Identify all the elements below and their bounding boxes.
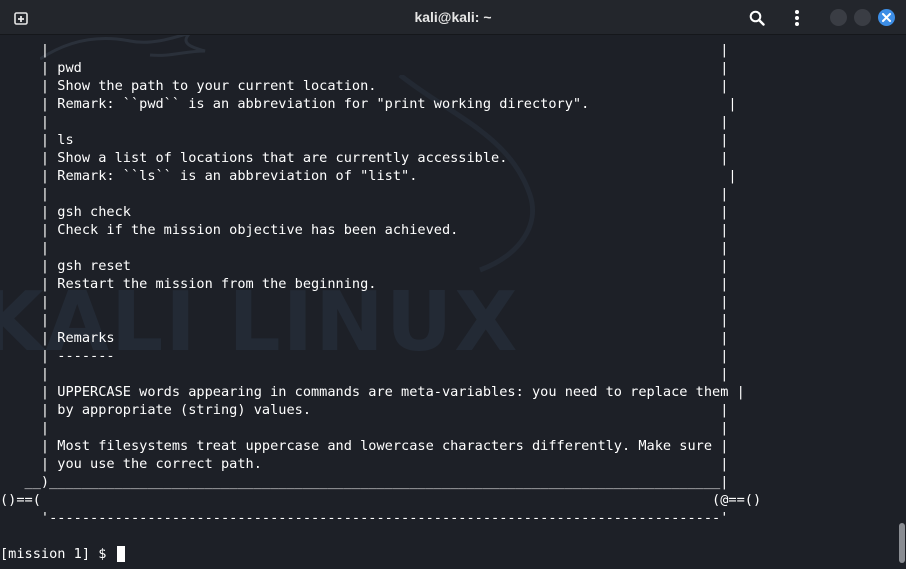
maximize-button[interactable] [854, 9, 871, 26]
text-cursor [116, 546, 125, 562]
terminal-output: | | | pwd | | Show the path to your curr… [0, 41, 761, 527]
terminal-line: | Remark: ``pwd`` is an abbreviation for… [0, 96, 737, 112]
terminal-line: | | [0, 186, 729, 202]
terminal-line: | you use the correct path. | [0, 456, 729, 472]
terminal-line: | Remark: ``ls`` is an abbreviation of "… [0, 168, 737, 184]
terminal-line: ()==( (@==() [0, 492, 762, 508]
menu-icon [795, 9, 799, 26]
terminal-line: | Restart the mission from the beginning… [0, 276, 729, 292]
terminal-line: | ls | [0, 132, 729, 148]
terminal-line: | | [0, 420, 729, 436]
scrollbar-thumb[interactable] [899, 523, 905, 563]
shell-prompt: [mission 1] $ [0, 546, 115, 562]
terminal-line: | UPPERCASE words appearing in commands … [0, 384, 745, 400]
terminal-line: '---------------------------------------… [0, 510, 729, 526]
prompt-line[interactable]: [mission 1] $ [0, 545, 125, 563]
terminal-line: | | [0, 312, 729, 328]
terminal-area[interactable]: KALI LINUX | | | pwd | | Show the path t… [0, 35, 898, 569]
title-bar: kali@kali: ~ [0, 0, 906, 35]
terminal-line: | | [0, 240, 729, 256]
terminal-line: | | [0, 366, 729, 382]
search-button[interactable] [744, 0, 770, 35]
terminal-line: | gsh reset | [0, 258, 729, 274]
window-title: kali@kali: ~ [414, 9, 492, 25]
terminal-line: | pwd | [0, 60, 729, 76]
scrollbar[interactable] [898, 35, 906, 569]
terminal-line: | Check if the mission objective has bee… [0, 222, 729, 238]
terminal-line: | by appropriate (string) values. | [0, 402, 729, 418]
terminal-line: | Show the path to your current location… [0, 78, 729, 94]
close-icon [882, 13, 891, 22]
terminal-line: | | [0, 114, 729, 130]
terminal-line: | ------- | [0, 348, 729, 364]
terminal-line: | | [0, 294, 729, 310]
terminal-line: | gsh check | [0, 204, 729, 220]
terminal-line: | Most filesystems treat uppercase and l… [0, 438, 729, 454]
terminal-line: | Remarks | [0, 330, 729, 346]
terminal-line: | Show a list of locations that are curr… [0, 150, 729, 166]
terminal-line: __)_____________________________________… [0, 474, 729, 490]
terminal-window: kali@kali: ~ KALI LINUX | | | pwd | | Sh… [0, 0, 906, 569]
menu-button[interactable] [784, 0, 810, 35]
close-button[interactable] [878, 9, 895, 26]
terminal-line: | | [0, 42, 729, 58]
search-icon [749, 10, 765, 26]
minimize-button[interactable] [830, 9, 847, 26]
